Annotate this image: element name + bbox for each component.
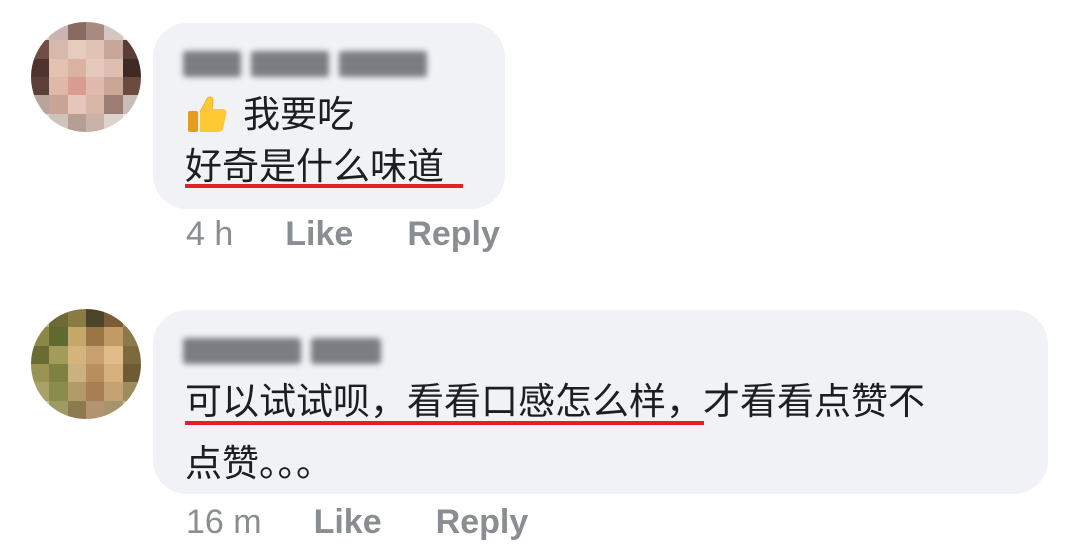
- avatar[interactable]: [31, 22, 141, 132]
- comment-bubble: 我要吃 好奇是什么味道: [153, 23, 505, 209]
- comment: 我要吃 好奇是什么味道 4 h Like Reply: [0, 0, 1080, 270]
- like-button[interactable]: Like: [285, 215, 353, 254]
- avatar[interactable]: [31, 309, 141, 419]
- reply-button[interactable]: Reply: [436, 503, 529, 542]
- like-button[interactable]: Like: [314, 503, 382, 542]
- comment-actions: 16 m Like Reply: [186, 503, 528, 542]
- author-name[interactable]: [183, 334, 381, 368]
- reply-button[interactable]: Reply: [407, 215, 500, 254]
- author-name[interactable]: [183, 47, 427, 81]
- comment: 可以试试呗，看看口感怎么样，才看看点赞不 点赞。。。 16 m Like Rep…: [0, 270, 1080, 558]
- annotation-underline: [185, 184, 463, 188]
- annotation-underline: [185, 421, 704, 425]
- comment-text-line: 可以试试呗，看看口感怎么样，才看看点赞不: [185, 380, 925, 423]
- comment-text-line: 点赞。。。: [185, 442, 333, 485]
- comment-text-line: 我要吃: [185, 91, 354, 139]
- timestamp[interactable]: 16 m: [186, 503, 262, 542]
- thumbs-up-icon: [185, 91, 229, 135]
- timestamp[interactable]: 4 h: [186, 215, 233, 254]
- comment-actions: 4 h Like Reply: [186, 215, 500, 254]
- comment-bubble: 可以试试呗，看看口感怎么样，才看看点赞不 点赞。。。: [153, 310, 1048, 494]
